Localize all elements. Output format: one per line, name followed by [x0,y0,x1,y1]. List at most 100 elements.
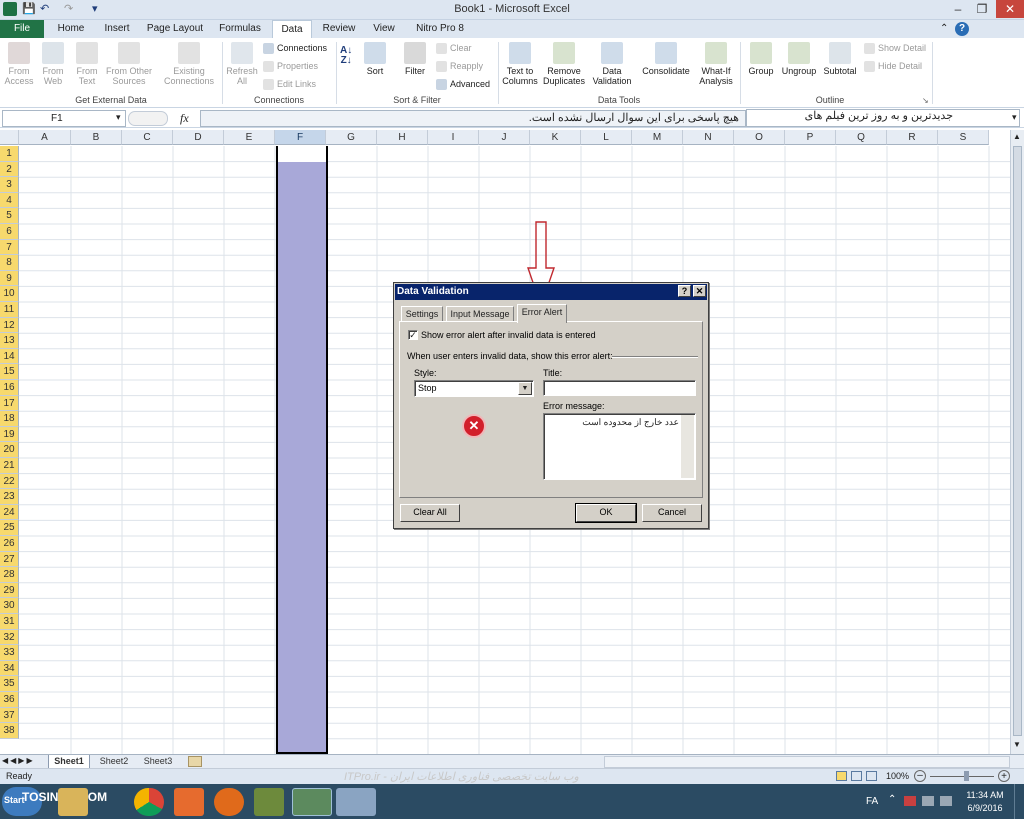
row-header[interactable]: 2 [0,161,19,178]
row-header[interactable]: 26 [0,536,19,552]
zoom-slider-thumb[interactable] [964,771,969,781]
sheet-nav-arrows[interactable]: ◀◀▶▶ [2,756,35,765]
action-center-icon[interactable] [904,796,916,806]
row-header[interactable]: 3 [0,177,19,193]
minimize-ribbon-icon[interactable]: ⌃ [940,23,948,34]
column-header[interactable]: I [428,130,479,145]
clock-date[interactable]: 6/9/2016 [962,803,1008,813]
scroll-up-icon[interactable]: ▲ [1013,132,1021,141]
sort-az-button[interactable]: A↓ Z↓ [340,46,352,66]
tab-nitro[interactable]: Nitro Pro 8 [410,20,470,38]
language-indicator[interactable]: FA [866,796,878,807]
row-header[interactable]: 4 [0,192,19,209]
chevron-down-icon[interactable]: ▼ [518,382,532,395]
row-header[interactable]: 24 [0,504,19,521]
help-icon[interactable]: ? [955,22,969,36]
reapply-button[interactable]: Reapply [436,61,483,73]
firefox-icon[interactable] [214,788,244,816]
tab-page-layout[interactable]: Page Layout [144,20,206,38]
excel-taskbar-icon[interactable] [292,788,332,816]
from-text-button[interactable]: From Text [72,42,102,86]
clock-time[interactable]: 11:34 AM [962,790,1008,800]
column-header[interactable]: G [326,130,377,145]
name-box-dropdown-icon[interactable]: ▾ [116,112,121,123]
active-cell-f1[interactable] [278,146,326,162]
column-header[interactable]: O [734,130,785,145]
row-header[interactable]: 32 [0,629,19,646]
page-layout-view-icon[interactable] [851,771,862,781]
tab-sheet2[interactable]: Sheet2 [94,755,134,769]
paint-icon[interactable] [336,788,376,816]
existing-connections-button[interactable]: Existing Connections [162,42,216,86]
row-header[interactable]: 15 [0,364,19,380]
insert-sheet-icon[interactable] [188,756,202,767]
scroll-down-icon[interactable]: ▼ [1013,740,1021,749]
subtotal-button[interactable]: Subtotal [820,42,860,76]
remove-duplicates-button[interactable]: Remove Duplicates [542,42,586,86]
tab-sheet1[interactable]: Sheet1 [48,755,90,769]
select-all-corner[interactable] [0,130,19,145]
explorer-icon[interactable] [58,788,88,816]
hide-detail-button[interactable]: Hide Detail [864,61,922,73]
row-header[interactable]: 34 [0,660,19,677]
row-header[interactable]: 30 [0,598,19,614]
data-validation-button[interactable]: Data Validation [588,42,636,86]
row-header[interactable]: 10 [0,286,19,302]
tab-input-message[interactable]: Input Message [446,306,514,322]
filter-button[interactable]: Filter [400,42,430,76]
column-header[interactable]: P [785,130,836,145]
tab-home[interactable]: Home [52,20,90,38]
tab-view[interactable]: View [366,20,402,38]
row-header[interactable]: 36 [0,692,19,708]
row-header[interactable]: 25 [0,520,19,536]
style-select[interactable]: Stop ▼ [414,380,534,397]
column-header[interactable]: K [530,130,581,145]
row-header[interactable]: 12 [0,317,19,334]
selected-column-f[interactable] [276,146,328,754]
name-box[interactable]: F1 [2,110,126,127]
restore-button[interactable]: ❐ [970,0,994,18]
column-header[interactable]: N [683,130,734,145]
cancel-button[interactable]: Cancel [642,504,702,522]
zoom-slider[interactable] [930,776,994,777]
horizontal-scrollbar[interactable] [604,756,1010,768]
column-header[interactable]: E [224,130,275,145]
volume-icon[interactable] [940,796,952,806]
properties-button[interactable]: Properties [263,61,318,73]
from-access-button[interactable]: From Access [4,42,34,86]
row-header[interactable]: 19 [0,426,19,443]
row-header[interactable]: 38 [0,723,19,739]
formula-input[interactable]: هیچ پاسخی برای این سوال ارسال نشده است. [200,110,746,127]
minimize-button[interactable]: – [946,0,970,18]
dialog-help-button[interactable]: ? [678,285,691,297]
show-desktop-button[interactable] [1014,784,1024,819]
row-header[interactable]: 21 [0,458,19,474]
close-button[interactable]: ✕ [996,0,1024,18]
column-header[interactable]: C [122,130,173,145]
network-icon[interactable] [922,796,934,806]
row-header[interactable]: 17 [0,395,19,412]
from-web-button[interactable]: From Web [38,42,68,86]
expand-formula-icon[interactable]: ▾ [1012,112,1017,123]
ok-button[interactable]: OK [575,503,637,523]
textarea-scrollbar[interactable] [681,415,694,478]
row-header[interactable]: 22 [0,473,19,490]
sort-button[interactable]: Sort [360,42,390,76]
text-to-columns-button[interactable]: Text to Columns [500,42,540,86]
tab-settings[interactable]: Settings [401,306,443,322]
tab-review[interactable]: Review [318,20,360,38]
dialog-close-button[interactable]: ✕ [693,285,706,297]
group-button[interactable]: Group [744,42,778,76]
edit-links-button[interactable]: Edit Links [263,79,316,91]
control-panel-icon[interactable] [254,788,284,816]
row-header[interactable]: 1 [0,146,19,162]
row-header[interactable]: 28 [0,567,19,583]
what-if-analysis-button[interactable]: What-If Analysis [694,42,738,86]
row-header[interactable]: 9 [0,270,19,287]
title-input[interactable] [543,380,696,396]
error-message-textarea[interactable]: عدد خارج از محدوده است [543,413,696,480]
refresh-all-button[interactable]: Refresh All [224,42,260,86]
vertical-scrollbar[interactable]: ▲ ▼ [1010,130,1024,754]
tab-file[interactable]: File [0,20,44,38]
row-header[interactable]: 33 [0,645,19,661]
